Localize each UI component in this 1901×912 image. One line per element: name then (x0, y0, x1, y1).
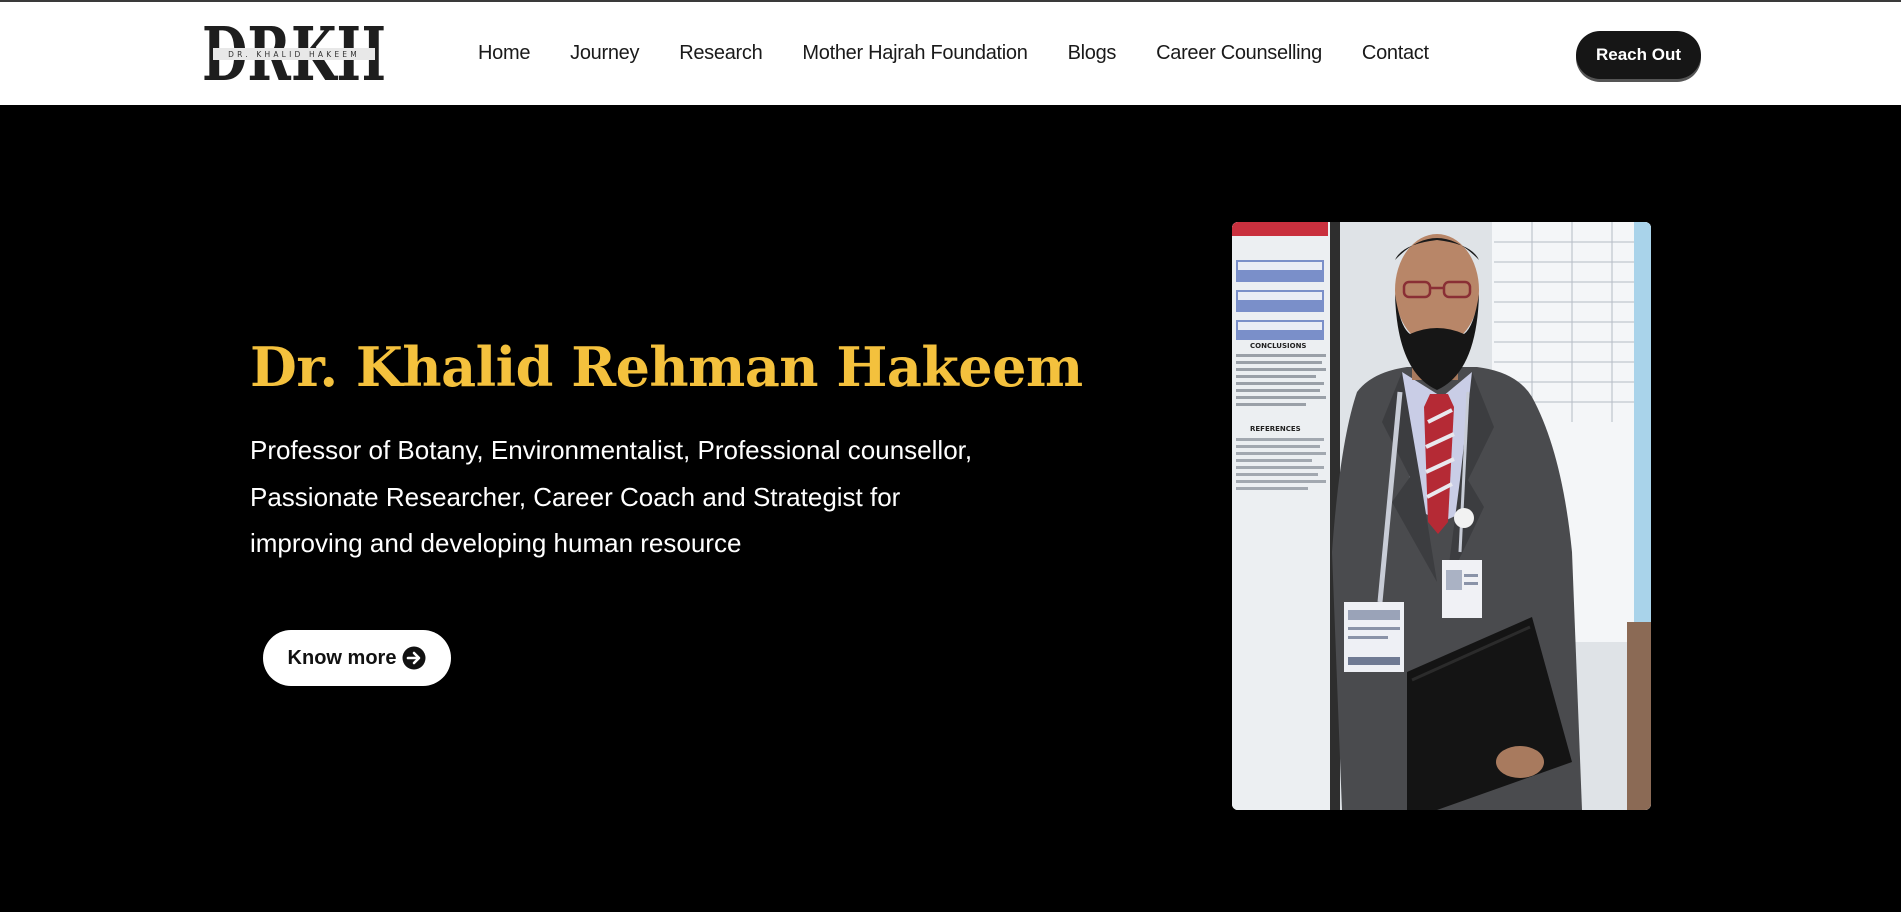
site-header: DRKH DR. KHALID HAKEEM Home Journey Rese… (0, 0, 1901, 105)
hero-section: Dr. Khalid Rehman Hakeem Professor of Bo… (0, 105, 1901, 912)
logo-tagline: DR. KHALID HAKEEM (228, 50, 360, 59)
poster-heading-conclusions: CONCLUSIONS (1250, 342, 1306, 350)
profile-photo: CONCLUSIONS REFERENCES (1232, 222, 1651, 810)
nav-journey[interactable]: Journey (570, 42, 639, 65)
nav-blogs[interactable]: Blogs (1068, 42, 1117, 65)
hero-title: Dr. Khalid Rehman Hakeem (250, 335, 1083, 399)
reach-out-button[interactable]: Reach Out (1576, 31, 1701, 79)
nav-home[interactable]: Home (478, 42, 530, 65)
poster-heading-references: REFERENCES (1250, 425, 1301, 433)
site-logo[interactable]: DRKH DR. KHALID HAKEEM (201, 24, 387, 82)
nav-career-counselling[interactable]: Career Counselling (1156, 42, 1322, 65)
main-nav: Home Journey Research Mother Hajrah Foun… (478, 2, 1429, 105)
nav-research[interactable]: Research (679, 42, 763, 65)
know-more-button[interactable]: Know more (263, 630, 451, 686)
know-more-label: Know more (287, 646, 397, 669)
logo-mark: DRKH DR. KHALID HAKEEM (202, 24, 386, 82)
nav-mother-hajrah-foundation[interactable]: Mother Hajrah Foundation (802, 42, 1027, 65)
arrow-right-circle-icon (402, 646, 426, 670)
nav-contact[interactable]: Contact (1362, 42, 1429, 65)
hero-description: Professor of Botany, Environmentalist, P… (250, 435, 973, 558)
